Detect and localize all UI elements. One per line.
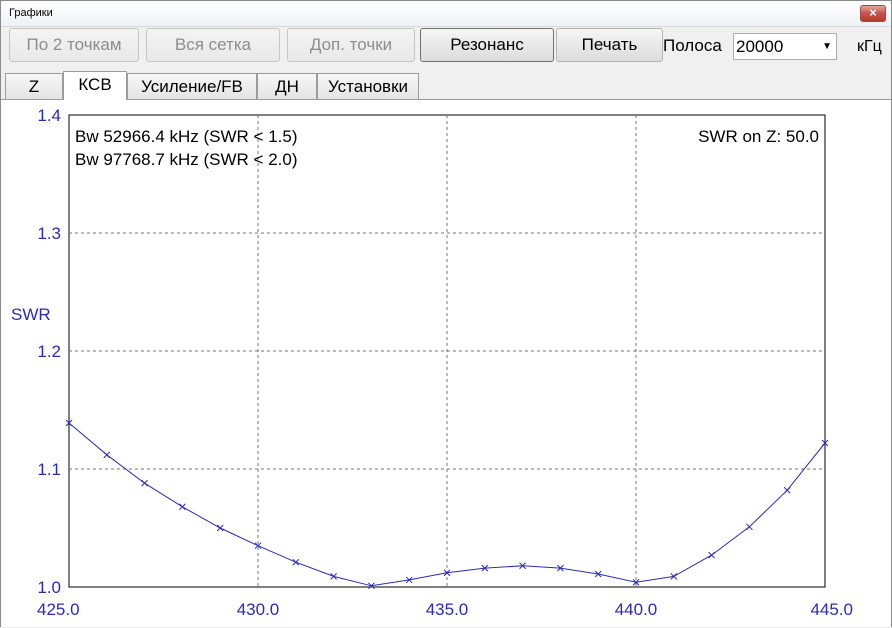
tab-gain-fb[interactable]: Усиление/FB xyxy=(127,73,257,99)
resonance-button[interactable]: Резонанс xyxy=(420,28,554,62)
graphs-window: Графики × По 2 точкам Вся сетка Доп. точ… xyxy=(0,0,892,627)
extra-points-button[interactable]: Доп. точки xyxy=(287,28,415,62)
toolbar: По 2 точкам Вся сетка Доп. точки Резонан… xyxy=(1,27,891,67)
y-tick-label: 1.4 xyxy=(37,106,61,125)
whole-grid-button[interactable]: Вся сетка xyxy=(146,28,280,62)
y-tick-label: 1.0 xyxy=(37,578,61,597)
x-tick-label: 445.0 xyxy=(810,600,853,619)
swr-impedance-annotation: SWR on Z: 50.0 xyxy=(698,127,819,146)
print-button[interactable]: Печать xyxy=(556,28,663,62)
close-icon[interactable]: × xyxy=(860,5,886,22)
by-two-points-button[interactable]: По 2 точкам xyxy=(9,28,139,62)
x-tick-label: 440.0 xyxy=(615,600,658,619)
band-select[interactable]: 20000 ▼ xyxy=(733,33,837,60)
tab-swr[interactable]: КСВ xyxy=(63,71,127,100)
chevron-down-icon[interactable]: ▼ xyxy=(822,34,832,59)
y-axis-label: SWR xyxy=(11,305,51,324)
y-tick-label: 1.1 xyxy=(37,460,61,479)
tab-pattern[interactable]: ДН xyxy=(257,73,317,99)
bandwidth-20-annotation: Bw 97768.7 kHz (SWR < 2.0) xyxy=(75,150,298,169)
y-tick-labels: 1.0 1.1 1.2 1.3 1.4 xyxy=(37,106,61,597)
tab-z[interactable]: Z xyxy=(5,73,63,99)
title-bar[interactable]: Графики × xyxy=(1,1,891,27)
tab-settings[interactable]: Установки xyxy=(317,73,419,99)
band-label: Полоса xyxy=(663,36,722,55)
swr-chart: 1.0 1.1 1.2 1.3 1.4 425.0 430.0 435.0 440.0 445.… xyxy=(11,106,853,619)
window-title: Графики xyxy=(9,7,53,19)
band-value: 20000 xyxy=(736,37,784,56)
x-tick-label: 435.0 xyxy=(426,600,469,619)
y-tick-label: 1.2 xyxy=(37,342,61,361)
x-tick-label: 425.0 xyxy=(37,600,80,619)
plot-area: 1.0 1.1 1.2 1.3 1.4 425.0 430.0 435.0 440.0 445.… xyxy=(1,99,891,627)
x-tick-label: 430.0 xyxy=(237,600,280,619)
x-tick-labels: 425.0 430.0 435.0 440.0 445.0 xyxy=(37,600,853,619)
bandwidth-15-annotation: Bw 52966.4 kHz (SWR < 1.5) xyxy=(75,127,298,146)
band-unit-label: кГц xyxy=(857,38,882,55)
y-tick-label: 1.3 xyxy=(37,224,61,243)
tab-strip: Z КСВ Усиление/FB ДН Установки xyxy=(5,71,889,100)
